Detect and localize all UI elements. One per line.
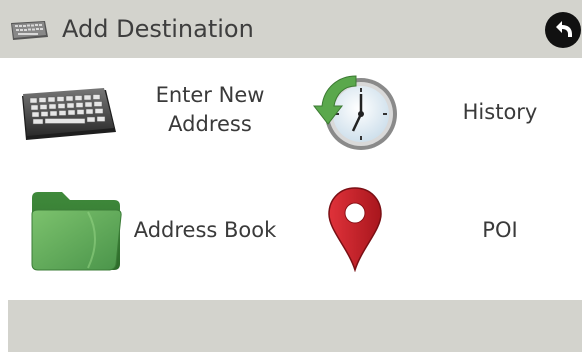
map-pin-icon [326, 186, 384, 276]
folder-icon [28, 188, 124, 278]
back-button[interactable] [545, 12, 581, 48]
keyboard-icon [18, 80, 118, 148]
poi-button[interactable]: POI [300, 186, 576, 286]
clock-history-icon [308, 68, 404, 158]
back-arrow-icon [556, 21, 572, 37]
menu-grid: Enter New Address History Address Book P… [0, 58, 582, 300]
address-book-button[interactable]: Address Book [20, 186, 290, 286]
page-title: Add Destination [62, 15, 254, 43]
tile-label-line1: Enter New [155, 83, 265, 107]
tile-label-line2: Address [168, 112, 252, 136]
enter-new-address-button[interactable]: Enter New Address [10, 70, 290, 180]
keyboard-icon [8, 19, 48, 45]
history-button[interactable]: History [300, 64, 576, 174]
bottom-bar [8, 300, 582, 352]
tile-label: POI [482, 218, 518, 242]
tile-label: Address Book [133, 218, 277, 242]
tile-label: History [462, 100, 538, 124]
title-bar: Add Destination [0, 0, 582, 58]
